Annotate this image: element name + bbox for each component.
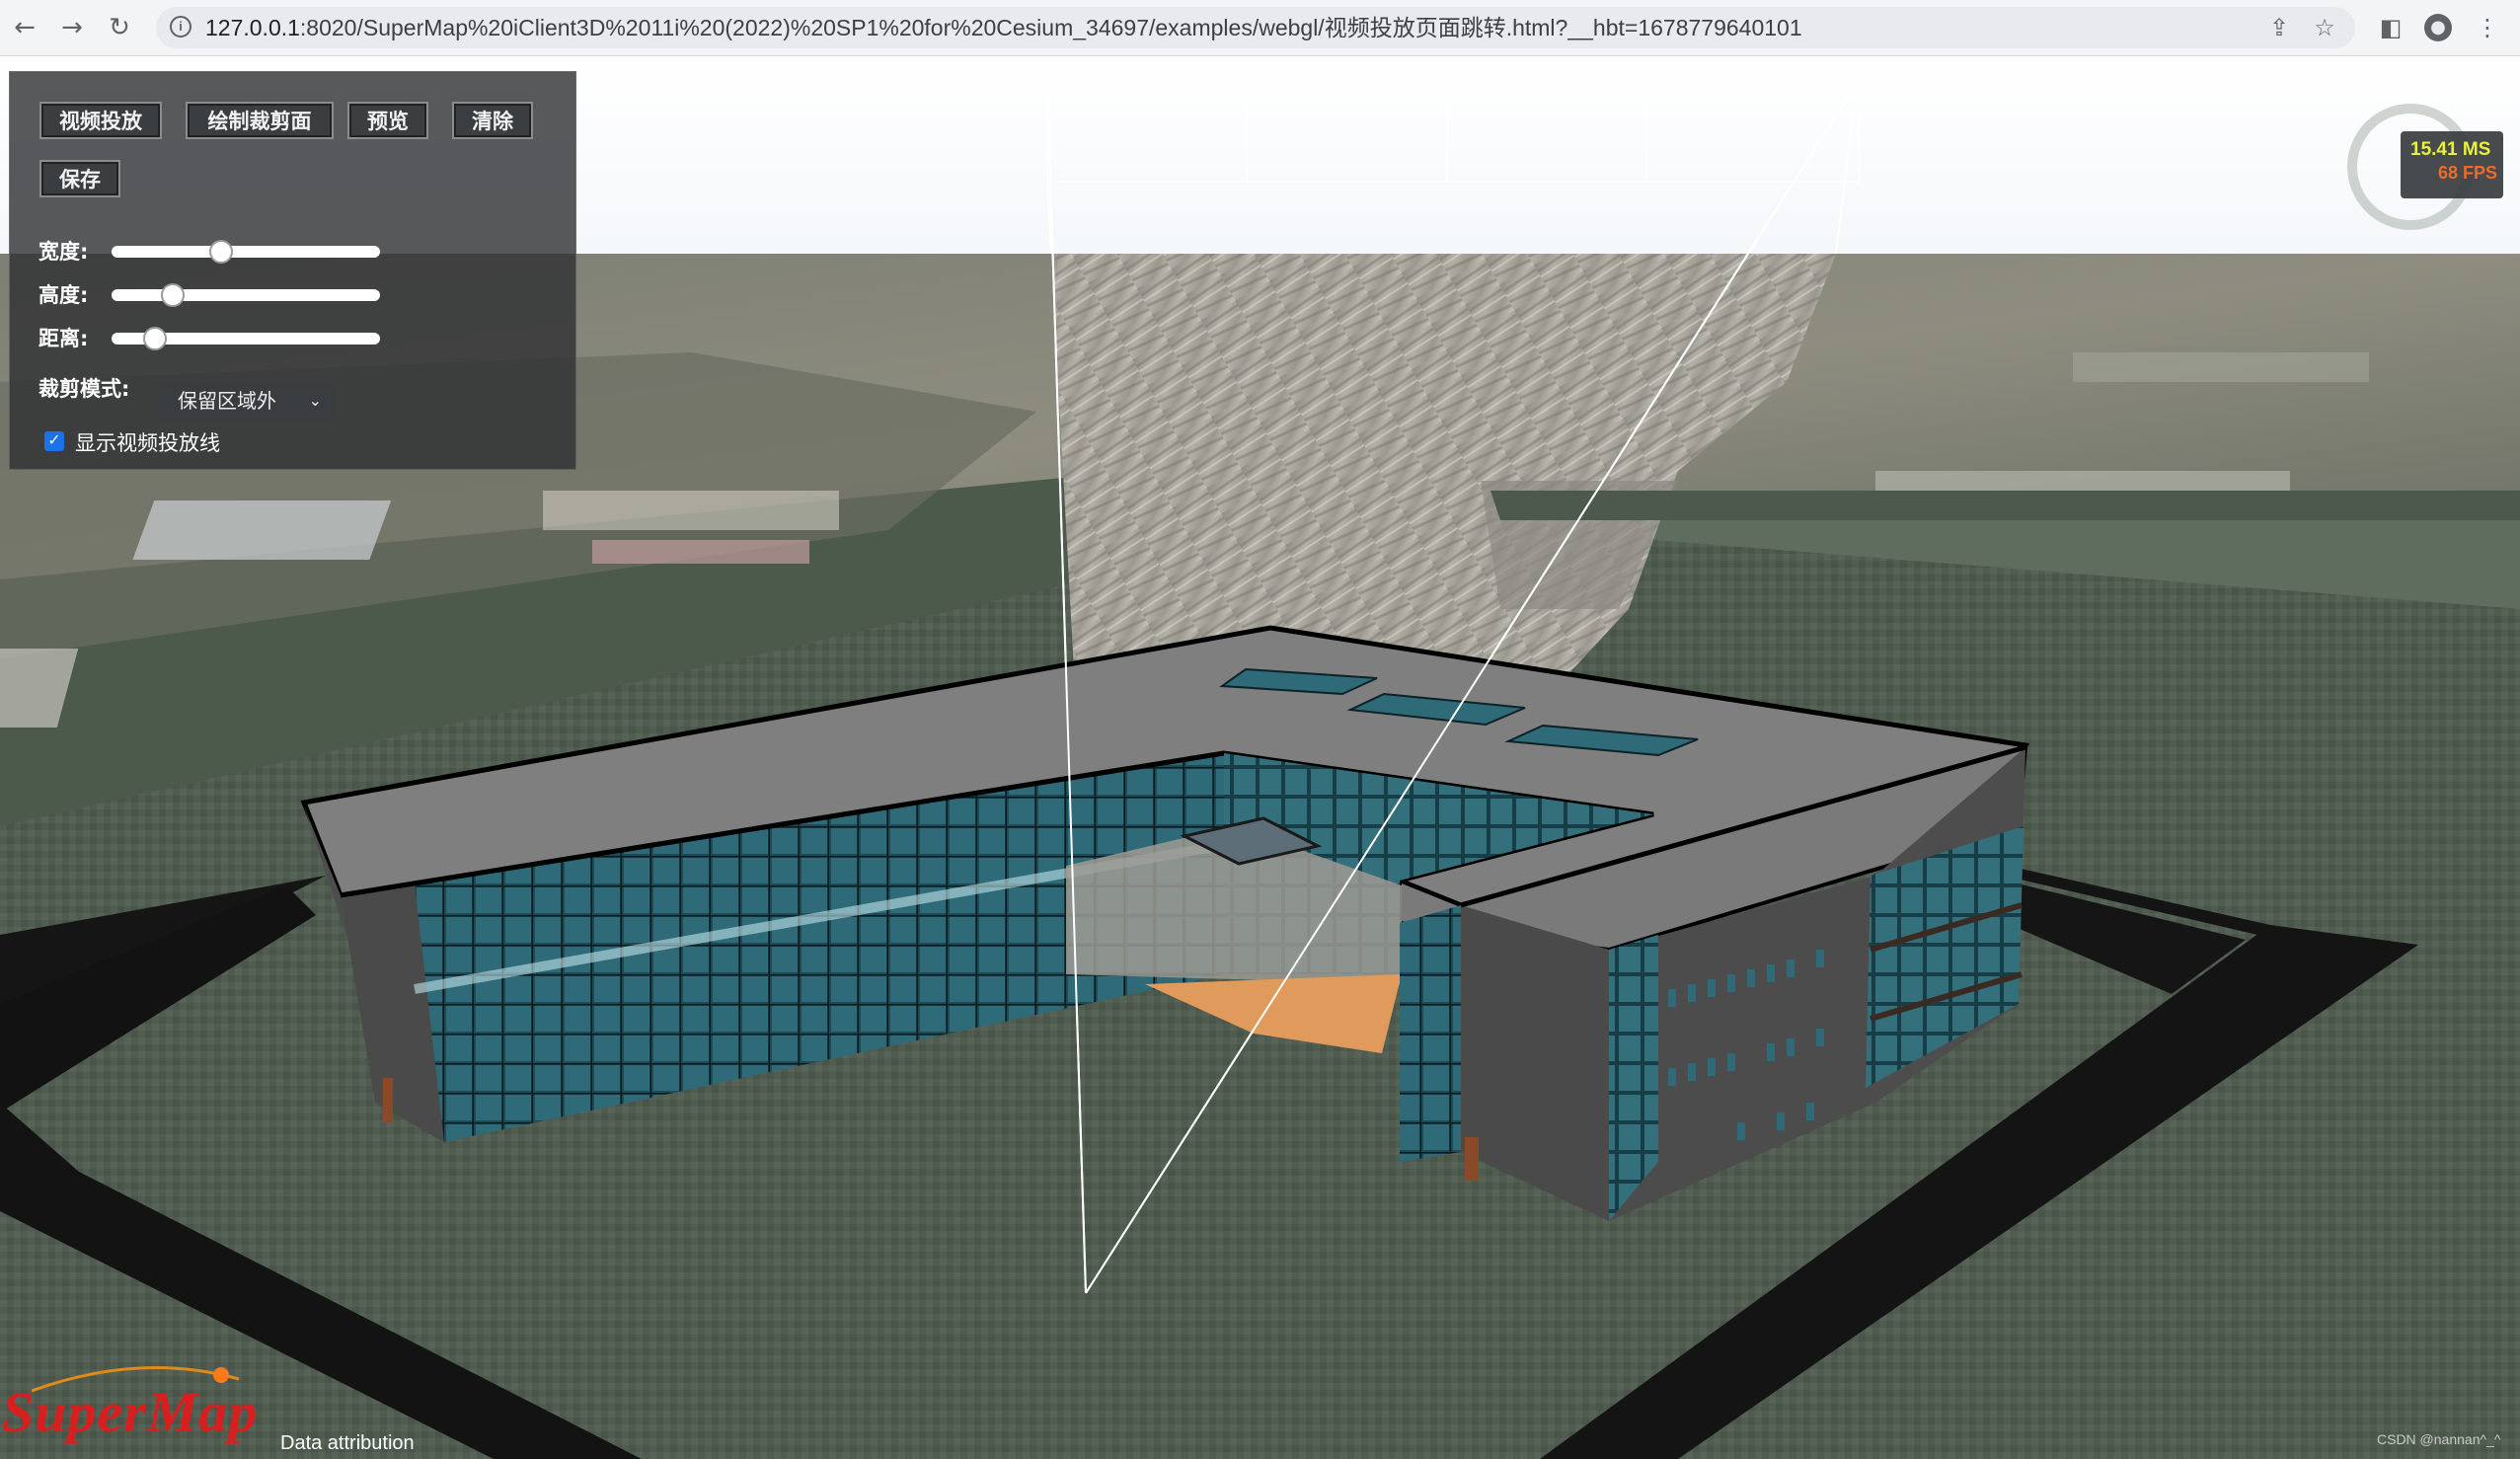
url-text[interactable]: 127.0.0.1:8020/SuperMap%20iClient3D%2011… [205, 7, 1802, 48]
draw-clip-plane-button[interactable]: 绘制裁剪面 [186, 102, 334, 139]
video-projection-button[interactable]: 视频投放 [39, 102, 162, 139]
csdn-credit: CSDN @nannan^_^ [2377, 1431, 2501, 1447]
show-lines-checkbox[interactable]: ✓ [44, 431, 64, 451]
performance-monitor: 15.41 MS 68 FPS [2401, 131, 2503, 198]
preview-button[interactable]: 预览 [347, 102, 428, 139]
distance-slider-thumb[interactable] [143, 327, 167, 350]
address-bar[interactable]: i 127.0.0.1:8020/SuperMap%20iClient3D%20… [156, 7, 2355, 48]
logo-orbit-icon [32, 1365, 240, 1393]
width-slider-thumb[interactable] [209, 240, 233, 264]
reload-icon[interactable]: ↻ [102, 10, 137, 45]
height-slider[interactable] [112, 283, 380, 307]
data-attribution-link[interactable]: Data attribution [280, 1432, 415, 1455]
tool-panel: 视频投放 绘制裁剪面 预览 清除 保存 宽度: 高度: 距离: 裁剪模式: 保留… [9, 71, 576, 470]
save-button[interactable]: 保存 [39, 160, 120, 197]
show-lines-label[interactable]: 显示视频投放线 [75, 427, 220, 457]
width-label: 宽度: [38, 240, 89, 264]
distance-label: 距离: [38, 327, 89, 350]
star-icon[interactable]: ☆ [2308, 11, 2341, 44]
distance-slider[interactable] [112, 327, 380, 350]
frame-time: 15.41 MS [2410, 139, 2491, 160]
fps-value: 68 FPS [2438, 163, 2498, 183]
menu-dots-icon[interactable]: ⋮ [2472, 12, 2503, 43]
clip-mode-label: 裁剪模式: [38, 377, 130, 401]
forward-arrow-icon[interactable]: → [54, 10, 90, 45]
share-icon[interactable]: ⇪ [2262, 11, 2296, 44]
chevron-down-icon: ⌄ [308, 391, 322, 410]
clear-button[interactable]: 清除 [452, 102, 533, 139]
cesium-viewer[interactable]: 15.41 MS 68 FPS 视频投放 绘制裁剪面 预览 清除 保存 宽度: … [0, 56, 2520, 1459]
profile-icon[interactable]: ● [2422, 12, 2454, 43]
width-slider[interactable] [112, 240, 380, 264]
height-slider-thumb[interactable] [161, 283, 185, 307]
info-icon[interactable]: i [170, 16, 191, 38]
supermap-logo: SuperMap [2, 1365, 258, 1445]
height-label: 高度: [38, 283, 89, 307]
clip-mode-select[interactable]: 保留区域外 ⌄ [158, 381, 334, 421]
back-arrow-icon[interactable]: ← [7, 10, 42, 45]
browser-toolbar: ← → ↻ i 127.0.0.1:8020/SuperMap%20iClien… [0, 0, 2520, 56]
side-panel-icon[interactable]: ◧ [2375, 12, 2406, 43]
